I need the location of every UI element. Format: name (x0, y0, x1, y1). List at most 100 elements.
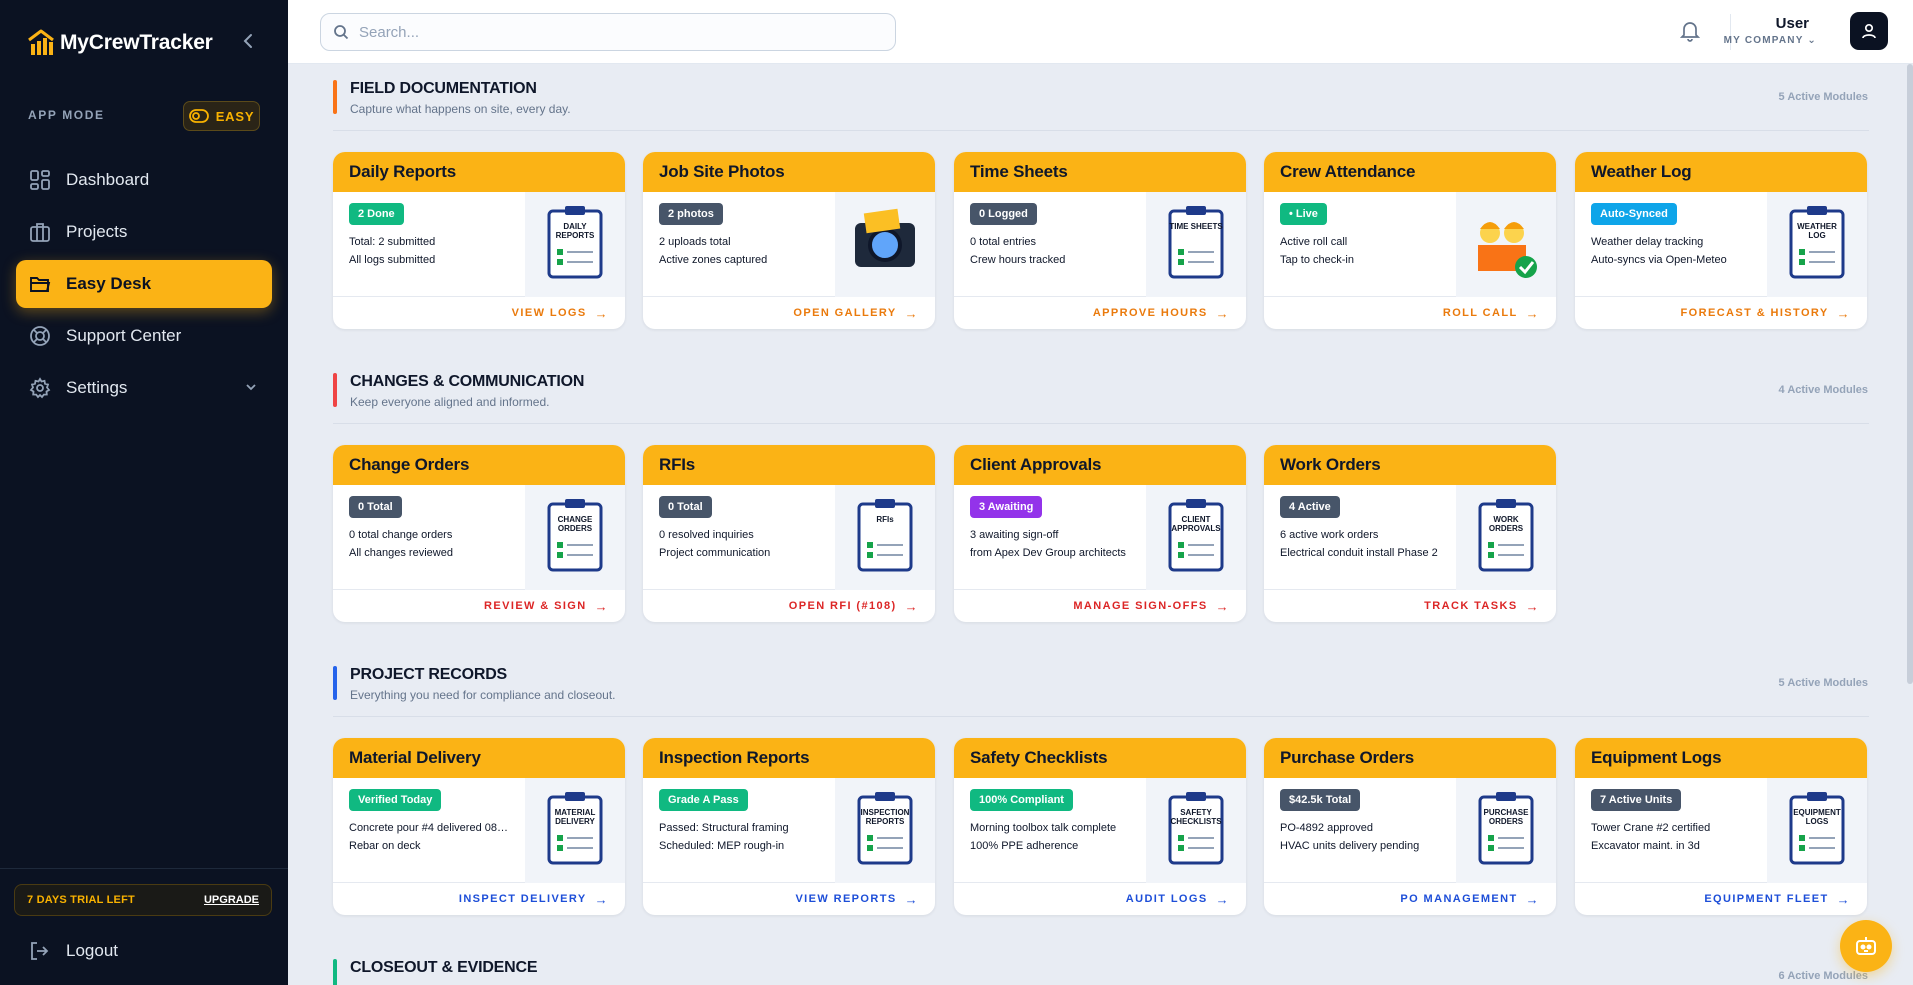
svg-text:CLIENT: CLIENT (1182, 515, 1211, 524)
card-detail-2: from Apex Dev Group architects (970, 547, 1126, 559)
section-accent-bar (333, 80, 337, 114)
bell-icon[interactable] (1680, 20, 1700, 42)
brand[interactable]: MyCrewTracker (26, 28, 213, 58)
card-action-link[interactable]: VIEW LOGS → (333, 297, 625, 329)
user-name[interactable]: User (1776, 15, 1809, 32)
card-action-link[interactable]: MANAGE SIGN-OFFS → (954, 590, 1246, 622)
card-action-label: PO MANAGEMENT (1400, 893, 1518, 905)
status-badge: Verified Today (349, 789, 442, 811)
camera-icon (835, 192, 935, 297)
card-detail-2: Active zones captured (659, 254, 768, 266)
topbar: User MY COMPANY ⌄ (288, 0, 1913, 64)
lifebuoy-icon (28, 324, 52, 348)
module-card-purchase-orders[interactable]: Purchase Orders $42.5k Total PO-4892 appro… (1264, 738, 1556, 915)
card-detail-1: PO-4892 approved (1280, 822, 1373, 834)
card-action-link[interactable]: OPEN RFI (#108) → (643, 590, 935, 622)
module-card-client-approvals[interactable]: Client Approvals 3 Awaiting 3 awaiting sig… (954, 445, 1246, 622)
sidebar-item-support-center[interactable]: Support Center (16, 312, 272, 360)
card-body: 0 Logged 0 total entries Crew hours tracke… (954, 192, 1246, 297)
card-action-link[interactable]: EQUIPMENT FLEET → (1575, 883, 1867, 915)
company-selector[interactable]: MY COMPANY ⌄ (1724, 35, 1817, 46)
module-card-inspection-reports[interactable]: Inspection Reports Grade A Pass Passed: St… (643, 738, 935, 915)
svg-text:RFIs: RFIs (876, 515, 894, 524)
status-badge: 0 Logged (970, 203, 1037, 225)
card-detail-1: 0 resolved inquiries (659, 529, 754, 541)
card-body: • Live Active roll call Tap to check-in (1264, 192, 1556, 297)
module-card-material-delivery[interactable]: Material Delivery Verified Today Concrete … (333, 738, 625, 915)
card-action-label: REVIEW & SIGN (484, 600, 587, 612)
module-card-rfis[interactable]: RFIs 0 Total 0 resolved inquiries Project c… (643, 445, 935, 622)
change-orders-icon: CHANGE ORDERS (525, 485, 625, 590)
module-card-crew-attendance[interactable]: Crew Attendance • Live Active roll call Tap… (1264, 152, 1556, 329)
svg-text:LOGS: LOGS (1806, 817, 1829, 826)
sidebar-item-settings[interactable]: Settings (16, 364, 272, 412)
card-detail-1: Concrete pour #4 delivered 08:... (349, 822, 509, 834)
logout-button[interactable]: Logout (28, 940, 118, 962)
upgrade-link[interactable]: UPGRADE (204, 894, 259, 906)
card-title: Client Approvals (954, 445, 1246, 485)
card-action-link[interactable]: FORECAST & HISTORY → (1575, 297, 1867, 329)
status-badge: 2 Done (349, 203, 404, 225)
card-title: Change Orders (333, 445, 625, 485)
card-title: Material Delivery (333, 738, 625, 778)
section-subtitle: Keep everyone aligned and informed. (350, 395, 550, 409)
module-card-time-sheets[interactable]: Time Sheets 0 Logged 0 total entries Crew h… (954, 152, 1246, 329)
card-action-label: MANAGE SIGN-OFFS (1073, 600, 1208, 612)
card-action-link[interactable]: OPEN GALLERY → (643, 297, 935, 329)
sidebar-item-dashboard[interactable]: Dashboard (16, 156, 272, 204)
logout-icon (31, 942, 49, 960)
time-sheets-icon: TIME SHEETS (1146, 192, 1246, 297)
status-badge: 4 Active (1280, 496, 1340, 518)
assistant-fab[interactable] (1840, 920, 1892, 972)
search-box[interactable] (320, 13, 896, 51)
module-card-daily-reports[interactable]: Daily Reports 2 Done Total: 2 submitted All… (333, 152, 625, 329)
module-card-change-orders[interactable]: Change Orders 0 Total 0 total change order… (333, 445, 625, 622)
card-action-link[interactable]: INSPECT DELIVERY → (333, 883, 625, 915)
card-action-link[interactable]: REVIEW & SIGN → (333, 590, 625, 622)
module-card-safety-checklists[interactable]: Safety Checklists 100% Compliant Morning t… (954, 738, 1246, 915)
card-detail-2: All logs submitted (349, 254, 436, 266)
mode-toggle[interactable]: EASY (183, 101, 260, 131)
search-input[interactable] (359, 23, 859, 41)
sidebar-item-label: Projects (66, 222, 128, 241)
card-detail-2: HVAC units delivery pending (1280, 840, 1420, 852)
sidebar: MyCrewTracker APP MODE EASY Dashboard Pr… (0, 0, 288, 985)
section-subtitle: Capture what happens on site, every day. (350, 102, 571, 116)
purchase-orders-icon: PURCHASE ORDERS (1456, 778, 1556, 883)
card-action-link[interactable]: ROLL CALL → (1264, 297, 1556, 329)
svg-text:CHECKLISTS: CHECKLISTS (1170, 817, 1222, 826)
card-detail-2: Project communication (659, 547, 771, 559)
card-action-link[interactable]: TRACK TASKS → (1264, 590, 1556, 622)
svg-text:TIME SHEETS: TIME SHEETS (1169, 222, 1223, 231)
module-card-job-site-photos[interactable]: Job Site Photos 2 photos 2 uploads total Ac… (643, 152, 935, 329)
section-accent-bar (333, 373, 337, 407)
card-action-link[interactable]: VIEW REPORTS → (643, 883, 935, 915)
svg-text:ORDERS: ORDERS (1489, 817, 1524, 826)
card-action-link[interactable]: PO MANAGEMENT → (1264, 883, 1556, 915)
card-action-link[interactable]: APPROVE HOURS → (954, 297, 1246, 329)
sidebar-item-easy-desk[interactable]: Easy Desk (16, 260, 272, 308)
sidebar-item-projects[interactable]: Projects (16, 208, 272, 256)
arrow-right-icon: → (594, 305, 609, 321)
svg-text:INSPECTION: INSPECTION (861, 808, 910, 817)
gear-icon (28, 376, 52, 400)
robot-icon (1856, 937, 1876, 955)
scrollbar[interactable] (1907, 64, 1913, 684)
arrow-right-icon: → (1215, 598, 1230, 614)
card-action-link[interactable]: AUDIT LOGS → (954, 883, 1246, 915)
arrow-right-icon: → (1525, 891, 1540, 907)
chevron-left-icon[interactable] (240, 32, 256, 50)
section-accent-bar (333, 666, 337, 700)
card-action-label: EQUIPMENT FLEET (1704, 893, 1829, 905)
module-card-weather-log[interactable]: Weather Log Auto-Synced Weather delay trac… (1575, 152, 1867, 329)
card-title: Weather Log (1575, 152, 1867, 192)
card-title: Crew Attendance (1264, 152, 1556, 192)
arrow-right-icon: → (1836, 305, 1851, 321)
module-card-work-orders[interactable]: Work Orders 4 Active 6 active work orders E… (1264, 445, 1556, 622)
arrow-right-icon: → (1836, 891, 1851, 907)
module-card-equipment-logs[interactable]: Equipment Logs 7 Active Units Tower Crane … (1575, 738, 1867, 915)
avatar[interactable] (1850, 12, 1888, 50)
svg-text:EQUIPMENT: EQUIPMENT (1793, 808, 1841, 817)
card-detail-1: 2 uploads total (659, 236, 731, 248)
status-badge: 2 photos (659, 203, 723, 225)
